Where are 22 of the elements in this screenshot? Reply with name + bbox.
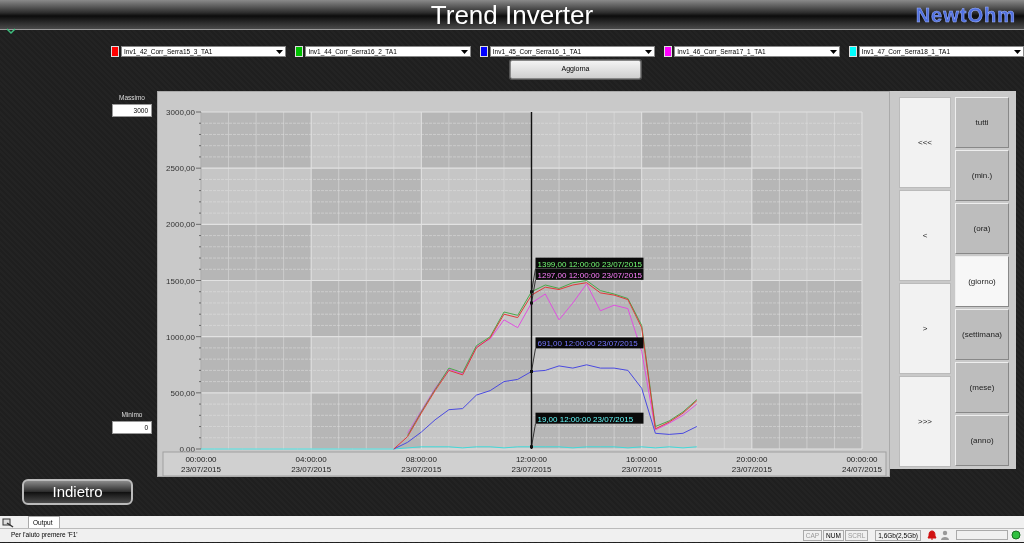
axis-label: 3000,00 xyxy=(166,108,195,117)
axis-label: 08:00:00 23/07/2015 xyxy=(401,455,442,474)
axis-label: 2000,00 xyxy=(166,220,195,230)
value-label: 1399,00 12:00:00 23/07/2015 xyxy=(535,257,644,269)
axis-label: 16:00:00 23/07/2015 xyxy=(621,455,662,474)
axis-label: 20:00:00 23/07/2015 xyxy=(731,455,772,474)
axis-label: 1500,00 xyxy=(166,276,195,286)
axis-label: 0,00 xyxy=(179,445,195,454)
value-label: 19,00 12:00:00 23/07/2015 xyxy=(535,412,644,424)
axis-label: 2500,00 xyxy=(166,164,195,174)
axis-label: 500,00 xyxy=(170,388,195,398)
axis-label: 1000,00 xyxy=(166,332,195,342)
annotation: 691,00 12:00:00 23/07/2015 xyxy=(537,339,639,349)
value-label: 1297,00 12:00:00 23/07/2015 xyxy=(535,268,644,280)
axis-label: 00:00:00 24/07/2015 xyxy=(842,455,882,474)
axis-label: 12:00:00 23/07/2015 xyxy=(511,455,552,474)
annotation: 19,00 12:00:00 23/07/2015 xyxy=(537,414,634,424)
axis-label: 04:00:00 23/07/2015 xyxy=(291,455,332,474)
logo: NewtOhm xyxy=(915,3,1016,28)
axis-label: 00:00:00 23/07/2015 xyxy=(181,455,221,474)
value-label: 691,00 12:00:00 23/07/2015 xyxy=(535,337,644,349)
window-title: Trend Inverter xyxy=(430,0,594,30)
